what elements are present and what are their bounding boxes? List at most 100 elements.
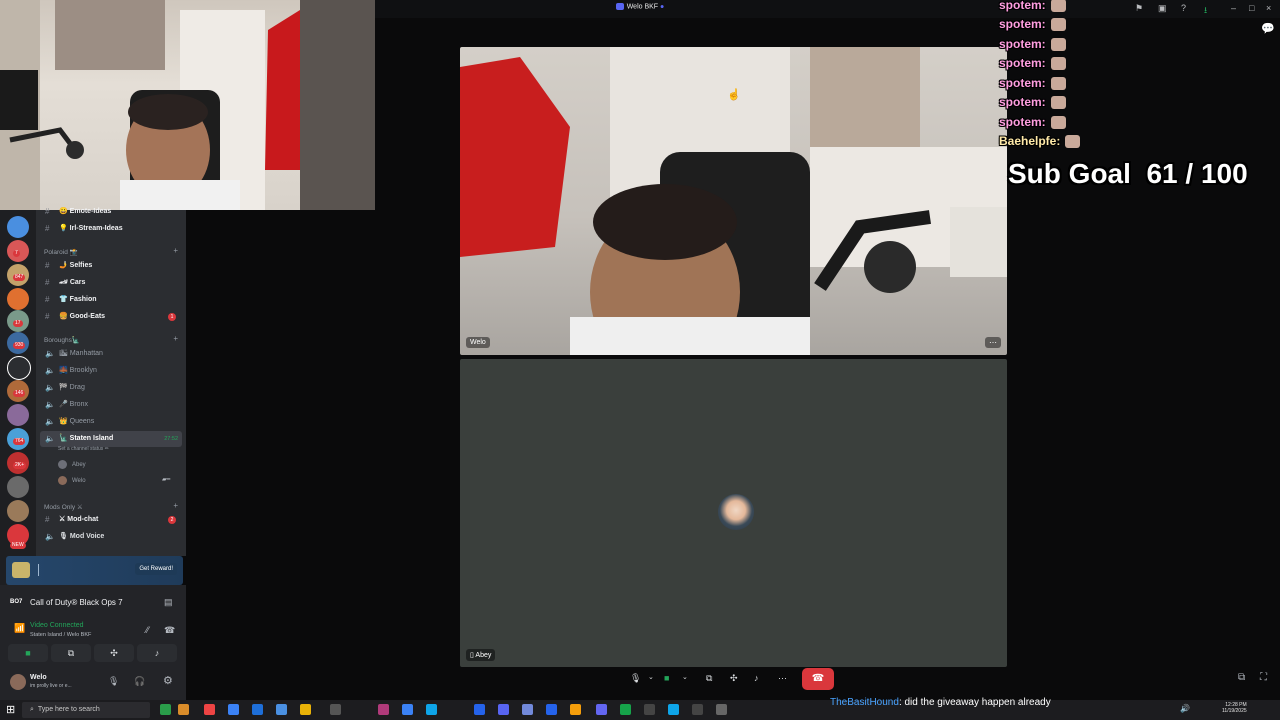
taskbar-app-icon[interactable] <box>546 704 557 715</box>
add-channel-icon[interactable]: + <box>173 246 178 255</box>
share-screen-button[interactable]: ⧉ <box>51 644 91 662</box>
user-avatar[interactable] <box>10 674 26 690</box>
microphone-icon[interactable]: 🎙 <box>108 676 119 687</box>
activity-menu-icon[interactable]: ▤ <box>164 597 173 608</box>
emote-icon <box>1050 57 1066 71</box>
taskbar-search[interactable]: ⌕ Type here to search <box>22 702 150 718</box>
channel-irl-stream-ideas[interactable]: # 💡 Irl-Stream-Ideas <box>36 221 182 237</box>
end-call-button[interactable]: ☎ <box>802 668 834 690</box>
inbox-icon[interactable]: ⚑ <box>1135 3 1143 14</box>
voice-channel-drag[interactable]: 🔈 🏁 Drag <box>36 380 182 396</box>
channel-label: 👑 Queens <box>59 418 95 425</box>
minimize-icon[interactable]: – <box>1231 3 1236 13</box>
popout-icon[interactable]: ⧉ <box>1238 672 1245 683</box>
system-tray-icon[interactable]: 🔊 <box>1180 704 1190 713</box>
voice-user-abey[interactable]: Abey <box>58 460 86 469</box>
server-icon[interactable] <box>7 500 29 522</box>
taskbar-app-icon[interactable] <box>378 704 389 715</box>
taskbar-app-icon[interactable] <box>596 704 607 715</box>
taskbar-app-icon[interactable] <box>426 704 437 715</box>
channel-emote-ideas[interactable]: # 😀 Emote-Ideas <box>36 204 182 220</box>
windows-start-icon[interactable]: ⊞ <box>6 703 15 716</box>
taskbar-app-icon[interactable] <box>522 704 533 715</box>
close-icon[interactable]: × <box>1266 3 1271 13</box>
voice-channel-queens[interactable]: 🔈 👑 Queens <box>36 414 182 430</box>
chat-message: Baehelpfe: <box>999 134 1081 149</box>
help-icon[interactable]: ? <box>1181 3 1186 13</box>
voice-location[interactable]: Staten Island / Welo BKF <box>30 632 91 638</box>
voice-status[interactable]: Video Connected <box>30 622 84 629</box>
share-screen-icon[interactable]: ⧉ <box>706 673 712 684</box>
add-channel-icon[interactable]: + <box>173 501 178 510</box>
taskbar-app-icon[interactable] <box>620 704 631 715</box>
taskbar-app-icon[interactable] <box>228 704 239 715</box>
voice-channel-manhattan[interactable]: 🔈 🏙 Manhattan <box>36 346 182 362</box>
get-reward-button[interactable]: Get Reward! <box>135 563 177 575</box>
channel-cars[interactable]: # 🏎 Cars <box>36 275 182 291</box>
channel-good-eats[interactable]: # 🍔 Good-Eats 1 <box>36 309 182 325</box>
channel-status[interactable]: Set a channel status ✏ <box>58 446 109 452</box>
chat-bubble-icon[interactable]: 💬 <box>1261 22 1275 35</box>
camera-button[interactable]: ■ <box>8 644 48 662</box>
fullscreen-icon[interactable]: ⛶ <box>1260 672 1267 683</box>
taskbar-app-icon[interactable] <box>276 704 287 715</box>
activities-icon[interactable]: ✣ <box>730 673 738 684</box>
download-icon[interactable]: ⭳ <box>1204 3 1207 19</box>
channel-label: 🍔 Good-Eats <box>59 313 106 320</box>
activity-text[interactable]: Call of Duty® Black Ops 7 <box>30 598 123 607</box>
gear-icon[interactable]: ⚙ <box>163 674 173 687</box>
channel-selfies[interactable]: # 🤳 Selfies <box>36 258 182 274</box>
taskbar-app-icon[interactable] <box>178 704 189 715</box>
taskbar-app-icon[interactable] <box>402 704 413 715</box>
taskbar-app-icon[interactable] <box>474 704 485 715</box>
taskbar-app-icon[interactable] <box>716 704 727 715</box>
add-channel-icon[interactable]: + <box>173 334 178 343</box>
taskbar-app-icon[interactable] <box>644 704 655 715</box>
maximize-icon[interactable]: □ <box>1249 3 1254 13</box>
soundboard-icon[interactable]: ♪ <box>754 673 759 683</box>
screen-icon[interactable]: ▣ <box>1158 3 1167 14</box>
category-mods-only[interactable]: Mods Only ⚔ <box>44 503 83 511</box>
taskbar-app-icon[interactable] <box>160 704 171 715</box>
taskbar-app-icon[interactable] <box>204 704 215 715</box>
taskbar-app-icon[interactable] <box>692 704 703 715</box>
activities-button[interactable]: ✣ <box>94 644 134 662</box>
hash-icon: # <box>45 278 50 287</box>
voice-channel-brooklyn[interactable]: 🔈 🌉 Brooklyn <box>36 363 182 379</box>
taskbar-app-icon[interactable] <box>252 704 263 715</box>
voice-channel-mod-voice[interactable]: 🔈 🎙 Mod Voice <box>36 529 182 545</box>
taskbar-app-icon[interactable] <box>330 704 341 715</box>
taskbar-app-icon[interactable] <box>668 704 679 715</box>
microphone-icon[interactable]: 🎙 <box>630 673 641 684</box>
noise-suppression-icon[interactable]: ⁄⁄ <box>146 625 149 635</box>
discord-icon[interactable] <box>498 704 509 715</box>
server-icon[interactable] <box>7 216 29 238</box>
server-icon[interactable] <box>7 404 29 426</box>
category-polaroid[interactable]: Polaroid 📸 <box>44 248 78 256</box>
channel-label: 🌉 Brooklyn <box>59 367 97 374</box>
channel-fashion[interactable]: # 👕 Fashion <box>36 292 182 308</box>
category-boroughs[interactable]: Boroughs🗽 <box>44 336 80 344</box>
user-name[interactable]: Welo <box>30 674 47 681</box>
chevron-down-icon[interactable]: ⌄ <box>682 673 688 681</box>
chat-message: spotem: <box>999 0 1066 13</box>
taskbar-clock[interactable]: 12:28 PM 11/19/2025 <box>1222 702 1247 714</box>
camera-icon[interactable]: ■ <box>664 673 669 683</box>
headphones-icon[interactable]: 🎧 <box>134 676 145 687</box>
server-badge: 764 <box>13 438 26 445</box>
taskbar-app-icon[interactable] <box>570 704 581 715</box>
voice-channel-bronx[interactable]: 🔈 🎤 Bronx <box>36 397 182 413</box>
server-icon[interactable] <box>7 356 31 380</box>
server-icon[interactable] <box>7 288 29 310</box>
voice-channel-staten-island[interactable]: 🔈 🗽 Staten Island 27:52 <box>40 431 182 447</box>
voice-user-welo[interactable]: Welo <box>58 476 86 485</box>
channel-mod-chat[interactable]: # ⚔ Mod-chat 2 <box>36 512 182 528</box>
chrome-icon[interactable] <box>300 704 311 715</box>
disconnect-icon[interactable]: ☎ <box>164 625 175 636</box>
more-options-icon[interactable]: ⋯ <box>985 337 1001 348</box>
chevron-down-icon[interactable]: ⌄ <box>648 673 654 681</box>
user-status[interactable]: im prolly live or e... <box>30 683 72 689</box>
more-icon[interactable]: ⋯ <box>778 673 787 684</box>
server-icon[interactable] <box>7 476 29 498</box>
soundboard-button[interactable]: ♪ <box>137 644 177 662</box>
